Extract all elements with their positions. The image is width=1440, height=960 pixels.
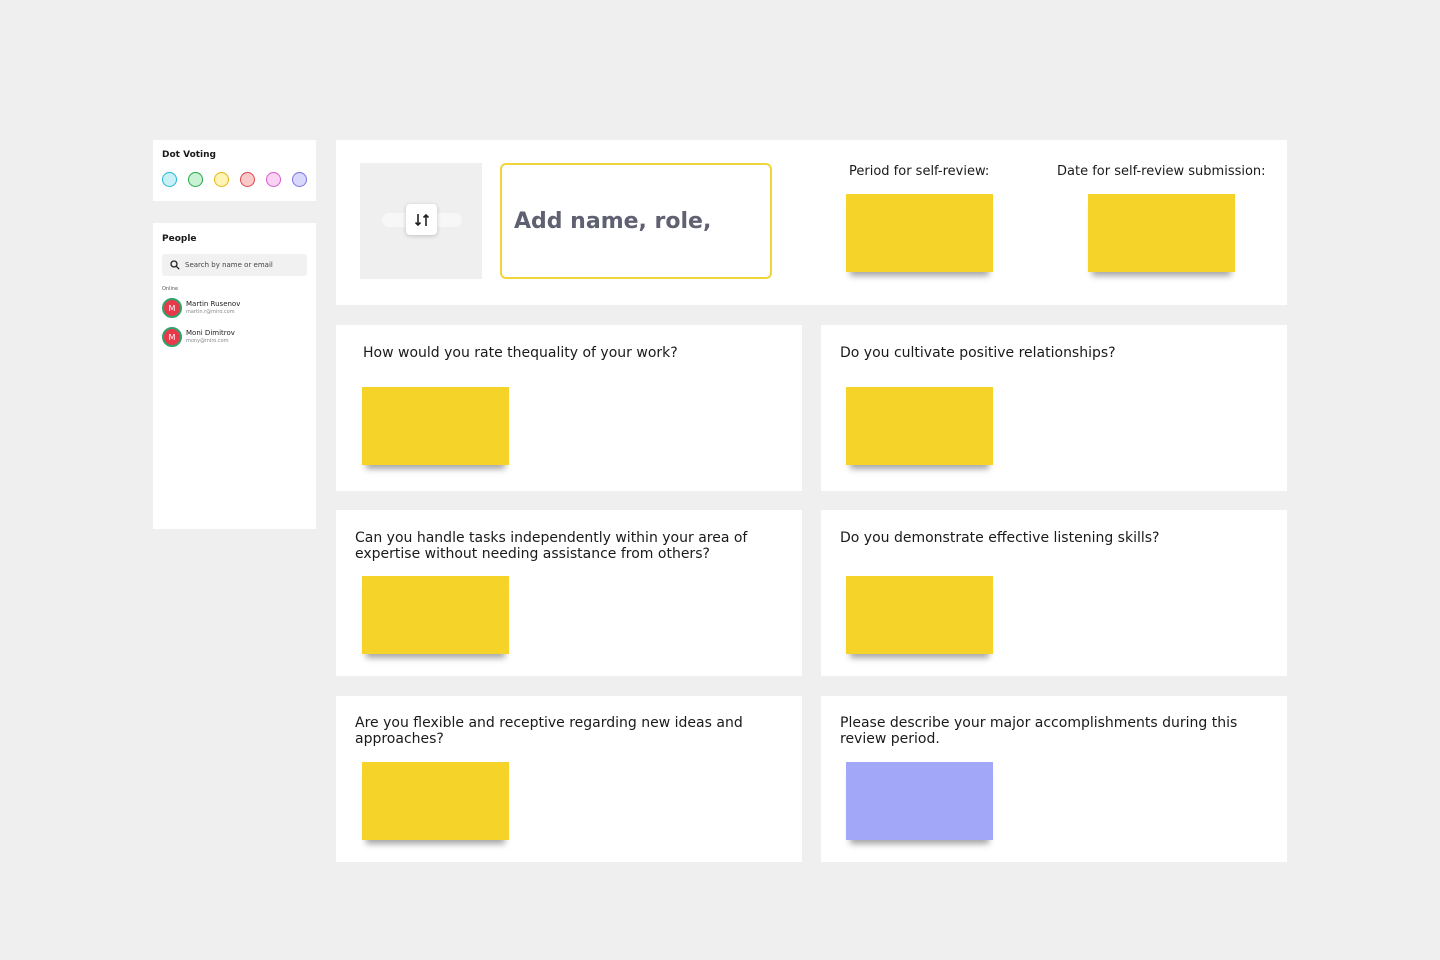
question-card: Please describe your major accomplishmen… xyxy=(821,696,1287,862)
dot-voting-panel: Dot Voting xyxy=(153,140,316,201)
name-role-field[interactable]: Add name, role, xyxy=(500,163,772,279)
swap-icon xyxy=(414,213,429,226)
dot-cyan[interactable] xyxy=(162,172,177,187)
name-role-placeholder: Add name, role, xyxy=(514,208,712,234)
search-icon xyxy=(170,260,180,270)
question-card: Are you flexible and receptive regarding… xyxy=(336,696,802,862)
question-card: Do you demonstrate effective listening s… xyxy=(821,510,1287,676)
question-text: How would you rate thequality of your wo… xyxy=(363,345,678,361)
user-email: martin.r@miro.com xyxy=(186,309,235,315)
date-label: Date for self-review submission: xyxy=(1057,164,1266,179)
search-input[interactable] xyxy=(185,261,305,269)
header-frame: Add name, role, Period for self-review: … xyxy=(336,140,1287,305)
question-card: How would you rate thequality of your wo… xyxy=(336,325,802,491)
question-card: Do you cultivate positive relationships? xyxy=(821,325,1287,491)
question-text: Are you flexible and receptive regarding… xyxy=(355,715,743,747)
dot-voting-options xyxy=(162,172,307,187)
answer-sticky-note[interactable] xyxy=(846,576,993,654)
period-label: Period for self-review: xyxy=(849,164,990,179)
answer-sticky-note[interactable] xyxy=(362,387,509,465)
question-text: Do you demonstrate effective listening s… xyxy=(840,530,1160,546)
user-email: mony@miro.com xyxy=(186,338,229,344)
dot-yellow[interactable] xyxy=(214,172,229,187)
answer-sticky-note[interactable] xyxy=(362,576,509,654)
question-text: Can you handle tasks independently withi… xyxy=(355,530,748,562)
avatar: M xyxy=(162,327,182,347)
dot-pink[interactable] xyxy=(266,172,281,187)
people-search[interactable] xyxy=(162,254,307,276)
question-card: Can you handle tasks independently withi… xyxy=(336,510,802,676)
answer-sticky-note[interactable] xyxy=(846,387,993,465)
people-panel: People Online M Martin Rusenov martin.r@… xyxy=(153,223,316,529)
image-placeholder[interactable] xyxy=(360,163,482,279)
dot-red[interactable] xyxy=(240,172,255,187)
dot-voting-title: Dot Voting xyxy=(162,150,216,160)
user-name: Martin Rusenov xyxy=(186,300,241,308)
answer-sticky-note-purple[interactable] xyxy=(846,762,993,840)
dot-green[interactable] xyxy=(188,172,203,187)
period-sticky-note[interactable] xyxy=(846,194,993,272)
user-row[interactable]: M Martin Rusenov martin.r@miro.com xyxy=(162,298,240,318)
dot-purple[interactable] xyxy=(292,172,307,187)
swap-image-button[interactable] xyxy=(406,204,437,235)
question-text: Please describe your major accomplishmen… xyxy=(840,715,1238,747)
date-sticky-note[interactable] xyxy=(1088,194,1235,272)
user-name: Moni Dimitrov xyxy=(186,329,235,337)
user-row[interactable]: M Moni Dimitrov mony@miro.com xyxy=(162,327,235,347)
avatar: M xyxy=(162,298,182,318)
question-text: Do you cultivate positive relationships? xyxy=(840,345,1116,361)
people-title: People xyxy=(162,234,197,244)
answer-sticky-note[interactable] xyxy=(362,762,509,840)
online-label: Online xyxy=(162,286,179,292)
